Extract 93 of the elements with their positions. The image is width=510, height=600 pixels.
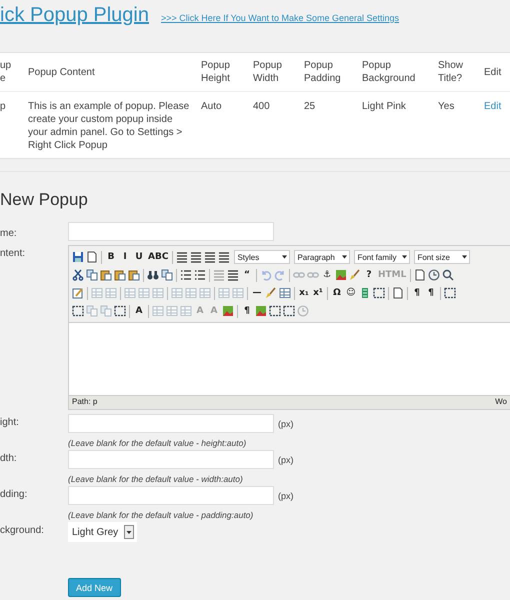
picture-icon[interactable] [335, 269, 347, 281]
column-header: Popup Height [201, 59, 231, 85]
brush-icon[interactable] [349, 269, 361, 281]
magnifier-icon[interactable] [442, 269, 454, 281]
frame-icon[interactable] [72, 305, 84, 317]
pencil-icon[interactable] [72, 287, 84, 299]
toolbar-button[interactable]: ¶ [425, 286, 437, 300]
lines-icon[interactable] [218, 251, 230, 263]
picture-icon[interactable] [222, 305, 234, 317]
toolbar-button[interactable]: I [119, 250, 131, 264]
toolbar-button[interactable]: — [251, 286, 263, 300]
column-header: Show Title? [438, 59, 464, 85]
column-header: Edit [484, 66, 502, 78]
form-title: New Popup [0, 190, 89, 210]
caret-icon [402, 255, 408, 259]
field-label: ight: [0, 416, 20, 428]
table-cell-text: This is an example of popup. Please create your custom popup inside your admin panel. Go to Settings > Right Click Popup [28, 100, 190, 152]
frame-icon[interactable] [444, 287, 456, 299]
frame-icon[interactable] [283, 305, 295, 317]
lines-icon[interactable] [204, 251, 216, 263]
page-icon[interactable] [86, 251, 98, 263]
page-icon[interactable] [414, 269, 426, 281]
toolbar-button[interactable]: ¶ [411, 286, 423, 300]
frame-icon[interactable] [373, 287, 385, 299]
unit-label: (px) [278, 490, 294, 500]
background-select[interactable]: Light Grey [68, 522, 138, 542]
clipboard-icon[interactable] [100, 269, 112, 281]
toolbar-button[interactable]: x₁ [298, 286, 310, 300]
copy-icon[interactable] [86, 269, 98, 281]
toolbar-button[interactable]: x¹ [312, 286, 324, 300]
column-header: up e [0, 59, 12, 85]
field-label: ntent: [0, 247, 26, 259]
field-label: me: [0, 226, 18, 238]
field-hint: (Leave blank for the default value - height:auto) [68, 438, 248, 448]
picture-icon[interactable] [255, 305, 267, 317]
copy-icon[interactable] [161, 269, 173, 281]
column-header: Popup Width [253, 59, 283, 85]
column-header: Popup Background [362, 59, 416, 85]
toolbar-button[interactable]: ¶ [241, 304, 253, 318]
clipboard-icon[interactable] [128, 269, 140, 281]
caret-icon [462, 255, 468, 259]
toolbar-dropdown[interactable]: Styles [234, 250, 290, 264]
dimension-field[interactable] [68, 414, 274, 433]
binoculars-icon[interactable] [147, 269, 159, 281]
lines-icon[interactable] [176, 251, 188, 263]
toolbar-button[interactable]: ? [363, 268, 375, 282]
toolbar-button[interactable]: ☺ [345, 286, 357, 300]
toolbar-dropdown[interactable]: Paragraph [294, 250, 350, 264]
scissors-icon[interactable] [72, 269, 84, 281]
page-icon[interactable] [392, 287, 404, 299]
frame-icon[interactable] [269, 305, 281, 317]
column-header: Popup Content [28, 66, 96, 78]
toolbar-dropdown[interactable]: Font family [354, 250, 410, 264]
frame-icon[interactable] [114, 305, 126, 317]
table-cell-text: 25 [304, 100, 316, 114]
grid-icon[interactable] [279, 287, 291, 299]
dimension-field[interactable] [68, 450, 274, 469]
toolbar-button[interactable]: “ [241, 268, 253, 282]
word-count: Wo [495, 397, 507, 408]
table-cell-text: 400 [253, 100, 271, 114]
field-hint: (Leave blank for the default value - padding:auto) [68, 510, 254, 520]
toolbar-button[interactable]: B [105, 250, 117, 264]
dimension-field[interactable] [68, 486, 274, 505]
name-field[interactable] [68, 222, 274, 241]
table-cell-text: Yes [438, 100, 456, 114]
floppy-icon[interactable] [72, 251, 84, 263]
brush-icon[interactable] [265, 287, 277, 299]
column-header: Popup Padding [304, 59, 342, 85]
field-label: ckground: [0, 524, 45, 536]
edit-link[interactable]: Edit [484, 100, 508, 152]
field-label: dding: [0, 488, 28, 500]
field-hint: (Leave blank for the default value - width:auto) [68, 474, 244, 484]
table-cell-text: Auto [201, 100, 223, 114]
clipboard-icon[interactable] [114, 269, 126, 281]
toolbar-button[interactable]: ABC [147, 250, 170, 264]
lines-icon[interactable] [227, 269, 239, 281]
list-icon[interactable] [180, 269, 192, 281]
lines-icon[interactable] [190, 251, 202, 263]
caret-icon [342, 255, 348, 259]
list-icon[interactable] [194, 269, 206, 281]
editor-path: Path: p [72, 397, 98, 408]
caret-icon [282, 255, 288, 259]
toolbar-button[interactable]: ⚓ [321, 268, 333, 282]
toolbar-button[interactable]: A [133, 304, 145, 318]
field-label: dth: [0, 452, 18, 464]
table-cell-text: p [0, 100, 7, 114]
unit-label: (px) [278, 418, 294, 428]
clock-icon[interactable] [428, 269, 440, 281]
toolbar-dropdown[interactable]: Font size [414, 250, 470, 264]
unit-label: (px) [278, 454, 294, 464]
toolbar-button[interactable]: Ω [331, 286, 343, 300]
toolbar-button[interactable]: U [133, 250, 145, 264]
table-cell-text: Light Pink [362, 100, 407, 114]
